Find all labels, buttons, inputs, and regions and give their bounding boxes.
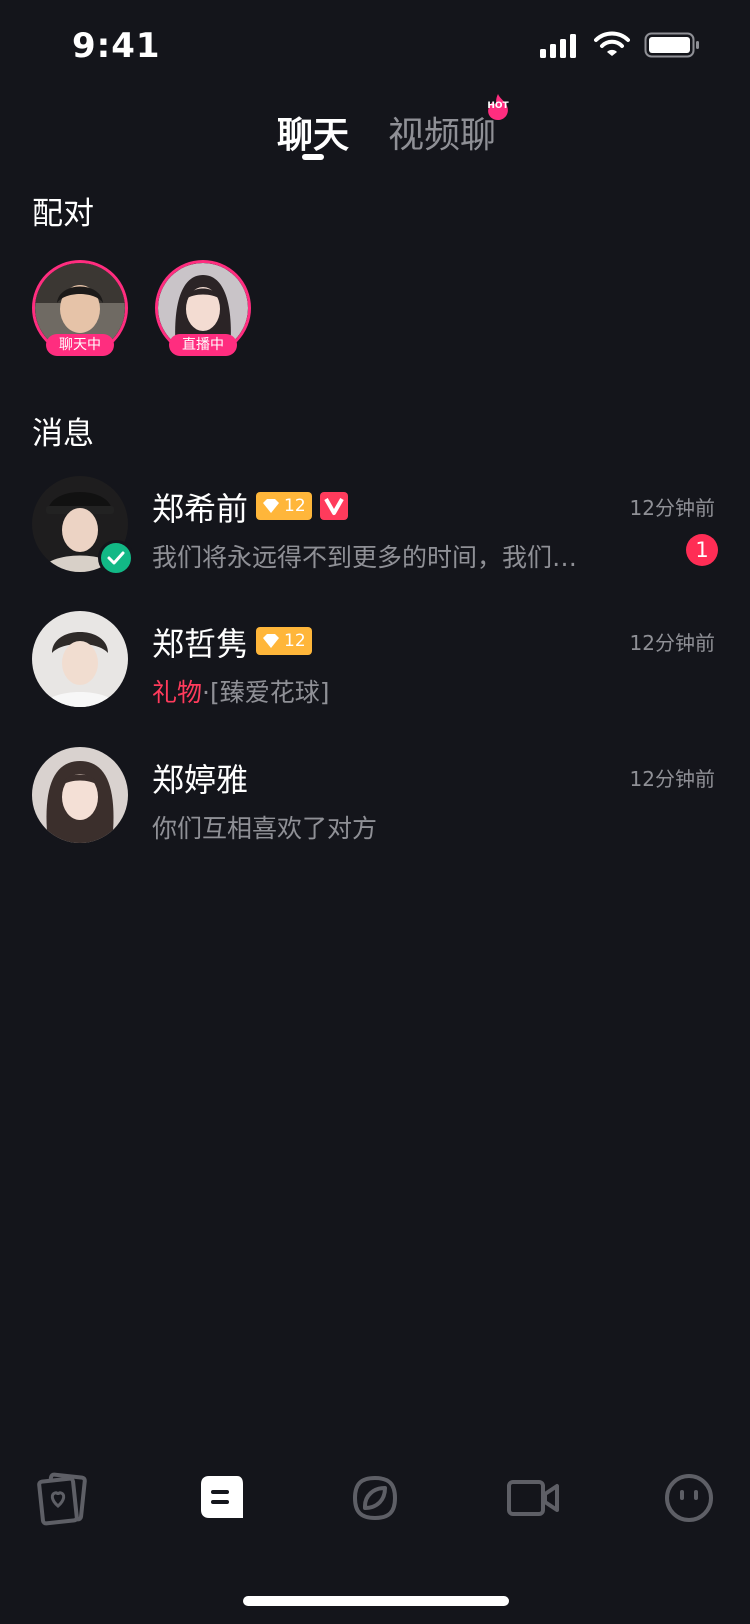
verified-icon (98, 540, 134, 576)
message-preview: 你们互相喜欢了对方 (152, 814, 378, 843)
diamond-icon (263, 634, 279, 648)
avatar-photo (32, 747, 128, 843)
match-status-tag: 直播中 (169, 334, 237, 356)
level-number: 12 (284, 496, 306, 516)
match-item[interactable]: 聊天中 (32, 260, 128, 356)
tab-chat[interactable]: 聊天 (277, 106, 349, 158)
conversation-row[interactable]: 郑哲隽 12 12分钟前 礼物·[臻爱花球] (0, 611, 750, 731)
match-status-tag: 聊天中 (46, 334, 114, 356)
status-bar: 9:41 (0, 0, 750, 88)
tab-video-chat[interactable]: 视频聊 (388, 106, 496, 158)
wifi-icon (594, 31, 630, 56)
vip-badge (320, 492, 348, 520)
nav-video-call-icon[interactable] (505, 1470, 561, 1526)
gift-label: 礼物 (152, 678, 203, 707)
unread-count-badge: 1 (686, 534, 718, 566)
level-badge: 12 (256, 492, 312, 520)
top-tabs: 聊天 视频聊 (0, 100, 750, 170)
message-preview: 礼物·[臻爱花球] (152, 673, 329, 709)
hot-badge: HOT (484, 93, 512, 121)
contact-name: 郑婷雅 (152, 761, 249, 799)
message-time: 12分钟前 (629, 496, 715, 520)
status-time: 9:41 (72, 26, 161, 66)
level-badge: 12 (256, 627, 312, 655)
vip-v-icon (324, 498, 344, 515)
diamond-icon (263, 499, 279, 513)
nav-discover-icon[interactable] (347, 1470, 403, 1526)
messages-section-title: 消息 (32, 416, 94, 452)
avatar (32, 747, 128, 843)
message-preview: 我们将永远得不到更多的时间，我们… (152, 543, 578, 572)
hot-label: HOT (487, 101, 509, 111)
nav-chat-icon[interactable] (195, 1470, 251, 1526)
contact-name: 郑希前 (152, 490, 249, 528)
signal-icon (540, 34, 576, 58)
avatar-photo (32, 611, 128, 707)
bottom-nav (0, 1470, 750, 1550)
gift-name: ·[臻爱花球] (202, 678, 330, 707)
battery-icon (644, 32, 699, 58)
contact-name: 郑哲隽 (152, 625, 249, 663)
level-number: 12 (284, 631, 306, 651)
match-section-title: 配对 (32, 196, 94, 232)
conversation-row[interactable]: 郑婷雅 12分钟前 你们互相喜欢了对方 (0, 747, 750, 867)
avatar (32, 611, 128, 707)
active-tab-indicator (302, 154, 324, 160)
match-item[interactable]: 直播中 (155, 260, 251, 356)
home-indicator[interactable] (243, 1596, 509, 1606)
message-time: 12分钟前 (629, 767, 715, 791)
message-time: 12分钟前 (629, 631, 715, 655)
nav-cards-heart-icon[interactable] (35, 1470, 91, 1526)
nav-profile-face-icon[interactable] (661, 1470, 717, 1526)
conversation-row[interactable]: 郑希前 12 12分钟前 我们将永远得不到更多的时间，我们… 1 (0, 476, 750, 596)
